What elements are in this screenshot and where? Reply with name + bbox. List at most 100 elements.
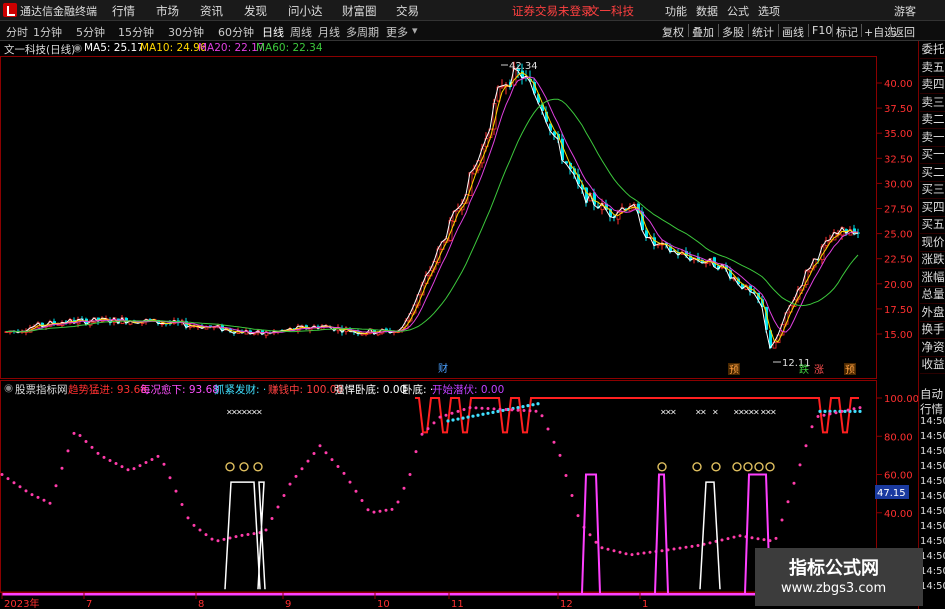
adjust-button[interactable]: 复权 (662, 24, 684, 40)
oscillator-dot (396, 500, 400, 504)
menu-wealth[interactable]: 财富圈 (342, 3, 377, 19)
oscillator-dot (438, 415, 442, 419)
period-tab-more[interactable]: 更多 (386, 24, 408, 40)
indicator-line-label: 抓紧发财: · (214, 384, 267, 396)
cyan-dot (456, 417, 460, 421)
cyan-dot (858, 409, 862, 413)
divider (861, 24, 862, 37)
oscillator-dot (366, 508, 370, 512)
menu-trade[interactable]: 交易 (396, 3, 419, 19)
formula-button[interactable]: 公式 (727, 3, 749, 19)
time-tick-label: 12 (560, 599, 573, 609)
period-tab-60min[interactable]: 60分钟 (218, 24, 254, 40)
oscillator-dot (240, 533, 244, 537)
menu-ask[interactable]: 问小达 (288, 3, 323, 19)
oscillator-dot (846, 408, 850, 412)
oscillator-dot (798, 463, 802, 467)
order-book-label[interactable]: 卖五 (920, 59, 945, 77)
order-book-label[interactable]: 卖三 (920, 94, 945, 112)
menu-quotes[interactable]: 行情 (112, 3, 135, 19)
period-tab-15min[interactable]: 15分钟 (118, 24, 154, 40)
oscillator-dot (756, 537, 760, 541)
order-book-label[interactable]: 净资 (920, 339, 945, 357)
cyan-dot (521, 405, 525, 409)
oscillator-dot (342, 471, 346, 475)
indicator-name[interactable]: 股票指标网 (15, 382, 68, 397)
order-book-label[interactable]: 卖四 (920, 76, 945, 94)
order-book-label[interactable]: 卖二 (920, 111, 945, 129)
price-tick-label: 40.00 (884, 79, 913, 90)
oscillator-dot (306, 459, 310, 463)
order-book-label[interactable]: 涨跌 (920, 251, 945, 269)
divider (718, 24, 719, 37)
menu-market[interactable]: 市场 (156, 3, 179, 19)
oscillator-dot (360, 499, 364, 502)
period-tab-multi[interactable]: 多周期 (346, 24, 379, 40)
period-tab-5min[interactable]: 5分钟 (76, 24, 105, 40)
chart-area[interactable]: 40.00 37.50 35.00 32.50 30.00 27.50 25.00 22.50… (0, 41, 918, 609)
period-tab-weekly[interactable]: 周线 (290, 24, 312, 40)
options-button[interactable]: 选项 (758, 3, 780, 19)
oscillator-dot (564, 474, 568, 477)
f10-button[interactable]: F10 (812, 24, 832, 37)
guest-label[interactable]: 游客 (894, 3, 916, 19)
overlay-button[interactable]: 叠加 (692, 24, 714, 40)
order-book-label[interactable]: 收益 (920, 356, 945, 374)
app-title: 通达信金融终端 (20, 5, 97, 18)
cross-marker: × (712, 407, 719, 416)
order-book-label[interactable]: 委托 (920, 41, 945, 59)
time-tick-label: 7 (86, 599, 92, 609)
order-book-label[interactable]: 买三 (920, 181, 945, 199)
forecast-marker[interactable]: 预 (729, 364, 739, 376)
order-book-label[interactable]: 现价 (920, 234, 945, 252)
menu-discover[interactable]: 发现 (244, 3, 267, 19)
oscillator-dot (288, 482, 292, 486)
oscillator-dot (648, 550, 652, 554)
order-book-label[interactable]: 买四 (920, 199, 945, 217)
finance-marker[interactable]: 财 (438, 362, 448, 375)
order-book-label[interactable]: 涨幅 (920, 269, 945, 287)
gear-icon[interactable]: ◉ (4, 382, 13, 394)
function-button[interactable]: 功能 (665, 3, 687, 19)
rise-marker[interactable]: 涨 (814, 364, 824, 376)
chevron-down-icon[interactable]: ▾ (412, 24, 418, 37)
oscillator-dot (270, 517, 274, 520)
fall-marker[interactable]: 跌 (799, 363, 809, 376)
eye-icon[interactable]: ◉ (73, 42, 82, 54)
order-book-label[interactable]: 总量 (920, 286, 945, 304)
data-button[interactable]: 数据 (696, 3, 718, 19)
stats-button[interactable]: 统计 (752, 24, 774, 40)
price-tick-label: 32.50 (884, 154, 913, 165)
period-tab-1min[interactable]: 1分钟 (33, 24, 62, 40)
order-book-label[interactable]: 买二 (920, 164, 945, 182)
oscillator-dot (672, 547, 676, 551)
oscillator-dot (132, 467, 136, 471)
oscillator-dot (516, 408, 520, 412)
order-book-label[interactable]: 买五 (920, 216, 945, 234)
price-tick-label: 22.50 (884, 255, 913, 266)
mark-button[interactable]: 标记 (836, 24, 858, 40)
multi-stock-button[interactable]: 多股 (722, 24, 744, 40)
back-button[interactable]: 返回 (893, 24, 915, 40)
draw-button[interactable]: 画线 (782, 24, 804, 40)
order-book-label[interactable]: 卖一 (920, 129, 945, 147)
oscillator-dot (738, 534, 742, 538)
oscillator-dot (570, 494, 574, 497)
order-book-label[interactable]: 买一 (920, 146, 945, 164)
order-book-label[interactable]: 换手 (920, 321, 945, 339)
oscillator-dot (210, 537, 214, 541)
indicator-line-label: 开始潜伏: 0.00 (432, 384, 505, 396)
forecast-marker[interactable]: 预 (845, 364, 855, 376)
stock-label: 文一科技(日线) (4, 44, 76, 56)
order-book-label[interactable]: 外盘 (920, 304, 945, 322)
period-tab-timeshare[interactable]: 分时 (6, 24, 28, 40)
period-tab-daily[interactable]: 日线 (262, 24, 284, 40)
oscillator-dot (378, 509, 382, 513)
oscillator-dot (354, 489, 358, 493)
oscillator-dot (492, 407, 496, 411)
menu-news[interactable]: 资讯 (200, 3, 223, 19)
period-tab-monthly[interactable]: 月线 (318, 24, 340, 40)
period-tab-30min[interactable]: 30分钟 (168, 24, 204, 40)
oscillator-dot (414, 450, 418, 454)
indicator-tick-label: 40.00 (884, 509, 913, 520)
